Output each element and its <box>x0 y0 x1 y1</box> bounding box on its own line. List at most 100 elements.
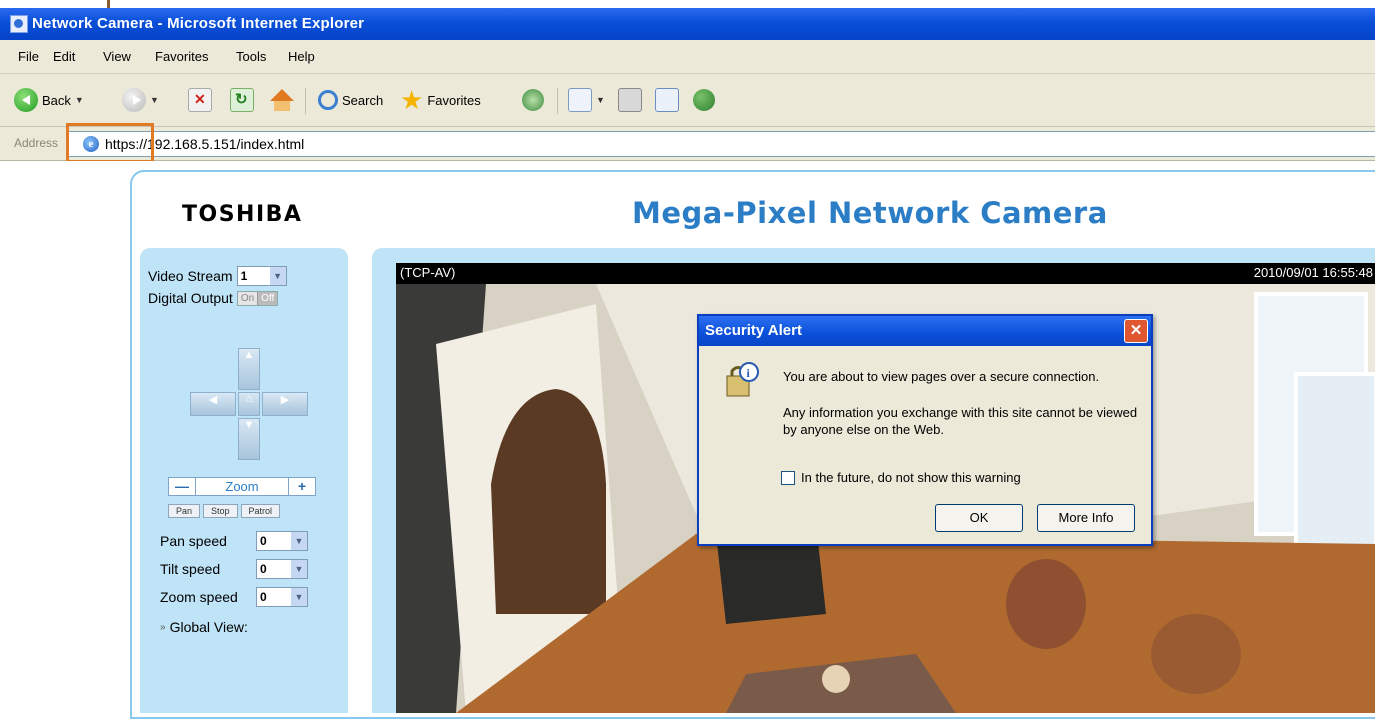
favorites-button[interactable]: ★ Favorites <box>400 86 481 114</box>
home-button[interactable] <box>270 86 294 114</box>
search-icon <box>318 90 338 110</box>
zoom-in-button[interactable]: + <box>288 476 316 496</box>
back-button[interactable]: Back ▼ <box>14 86 84 114</box>
video-stream-label: Video Stream <box>148 268 233 284</box>
pan-speed-select[interactable]: 0 ▼ <box>256 531 308 551</box>
printer-icon <box>618 88 642 112</box>
menu-favorites[interactable]: Favorites <box>155 49 208 64</box>
pan-speed-label: Pan speed <box>160 533 227 549</box>
zoom-speed-label: Zoom speed <box>160 589 238 605</box>
video-stream-select[interactable]: 1 ▼ <box>236 266 287 286</box>
star-icon: ★ <box>400 85 424 115</box>
refresh-button[interactable] <box>230 86 254 114</box>
back-arrow-icon <box>14 88 38 112</box>
dont-show-warning-checkbox[interactable]: In the future, do not show this warning <box>781 470 1021 485</box>
zoom-speed-row: Zoom speed 0 ▼ <box>160 587 308 607</box>
digital-output-on[interactable]: On <box>237 291 259 305</box>
video-stream-row: Video Stream 1 ▼ <box>148 266 287 286</box>
toshiba-logo: TOSHIBA <box>182 202 303 227</box>
browser-toolbar: Back ▼ ▼ Search ★ Favorites ▼ <box>0 74 1375 127</box>
close-icon[interactable]: ✕ <box>1124 319 1148 343</box>
ie-page-icon: e <box>83 136 99 152</box>
chevron-down-icon[interactable]: ▼ <box>596 95 605 105</box>
more-info-button[interactable]: More Info <box>1037 504 1135 532</box>
favorites-label: Favorites <box>427 92 481 108</box>
stop-button[interactable] <box>188 86 212 114</box>
checkbox-box[interactable] <box>781 470 795 485</box>
dialog-message-2: Any information you exchange with this s… <box>783 405 1138 437</box>
mail-icon <box>568 88 592 112</box>
window-titlebar: Network Camera - Microsoft Internet Expl… <box>0 8 1375 40</box>
digital-output-toggle[interactable]: On Off <box>236 290 279 306</box>
tilt-speed-select[interactable]: 0 ▼ <box>256 559 308 579</box>
ie-page-icon <box>10 15 28 33</box>
messenger-button[interactable] <box>693 86 715 114</box>
zoom-label: Zoom <box>196 476 288 496</box>
pan-speed-row: Pan speed 0 ▼ <box>160 531 308 551</box>
chevron-down-icon[interactable]: ▼ <box>75 95 84 105</box>
home-icon <box>270 89 294 111</box>
menu-edit[interactable]: Edit <box>53 49 75 64</box>
checkbox-label: In the future, do not show this warning <box>801 470 1021 485</box>
chevron-down-icon[interactable]: ▼ <box>150 95 159 105</box>
ok-button[interactable]: OK <box>935 504 1023 532</box>
window-title: Network Camera - Microsoft Internet Expl… <box>32 15 365 32</box>
pan-speed-value: 0 <box>260 534 267 548</box>
control-panel: Video Stream 1 ▼ Digital Output On Off ▲… <box>140 248 348 713</box>
menu-file[interactable]: File <box>18 49 39 64</box>
search-label: Search <box>342 92 384 108</box>
tilt-speed-value: 0 <box>260 562 267 576</box>
menu-bar: File Edit View Favorites Tools Help <box>0 40 1375 74</box>
pan-button[interactable]: Pan <box>168 504 201 518</box>
dialog-titlebar: Security Alert ✕ <box>699 316 1151 346</box>
address-bar: Address e https://192.168.5.151/index.ht… <box>0 127 1375 161</box>
history-button[interactable] <box>522 86 544 114</box>
tilt-up-button[interactable]: ▲ <box>238 348 260 390</box>
address-url[interactable]: https://192.168.5.151/index.html <box>105 136 304 152</box>
back-label: Back <box>42 92 71 108</box>
address-label: Address <box>14 136 59 150</box>
chevron-down-icon: ▼ <box>269 267 286 285</box>
global-view-label: Global View: <box>169 619 248 635</box>
tilt-speed-row: Tilt speed 0 ▼ <box>160 559 308 579</box>
home-position-button[interactable]: ⌂ <box>238 392 260 416</box>
video-header: (TCP-AV) 2010/09/01 16:55:48 <box>396 263 1375 284</box>
tilt-down-button[interactable]: ▼ <box>238 418 260 460</box>
global-view-toggle[interactable]: » Global View: <box>160 619 248 635</box>
stop-button[interactable]: Stop <box>203 504 238 518</box>
lock-info-icon: i <box>726 362 759 397</box>
ptz-control-pad: ▲ ◀ ⌂ ▶ ▼ <box>190 348 308 464</box>
page-viewport: TOSHIBA Mega-Pixel Network Camera Video … <box>8 161 1375 719</box>
dialog-message-1: You are about to view pages over a secur… <box>783 369 1100 384</box>
tilt-speed-label: Tilt speed <box>160 561 221 577</box>
zoom-control: — Zoom + <box>168 476 316 496</box>
digital-output-off[interactable]: Off <box>258 291 278 305</box>
zoom-out-button[interactable]: — <box>168 476 196 496</box>
patrol-controls: Pan Stop Patrol <box>168 504 281 518</box>
forward-button[interactable]: ▼ <box>122 86 159 114</box>
messenger-icon <box>693 89 715 111</box>
menu-help[interactable]: Help <box>288 49 315 64</box>
search-button[interactable]: Search <box>318 86 383 114</box>
video-stream-value: 1 <box>240 269 248 283</box>
expand-chevron-icon: » <box>160 621 166 633</box>
stop-icon <box>188 88 212 112</box>
zoom-speed-select[interactable]: 0 ▼ <box>256 587 308 607</box>
pan-left-button[interactable]: ◀ <box>190 392 236 416</box>
page-title: Mega-Pixel Network Camera <box>632 196 1108 230</box>
edit-button[interactable] <box>655 86 679 114</box>
security-alert-dialog: Security Alert ✕ i You are about to view… <box>697 314 1153 546</box>
mail-button[interactable]: ▼ <box>568 86 605 114</box>
toolbar-divider <box>305 88 306 114</box>
pan-right-button[interactable]: ▶ <box>262 392 308 416</box>
dialog-title: Security Alert <box>705 322 802 339</box>
edit-page-icon <box>655 88 679 112</box>
zoom-speed-value: 0 <box>260 590 267 604</box>
print-button[interactable] <box>618 86 642 114</box>
stream-mode: (TCP-AV) <box>400 265 456 280</box>
address-input[interactable]: e https://192.168.5.151/index.html <box>66 131 1375 157</box>
chevron-down-icon: ▼ <box>291 560 307 578</box>
menu-tools[interactable]: Tools <box>236 49 266 64</box>
patrol-button[interactable]: Patrol <box>240 504 281 518</box>
menu-view[interactable]: View <box>103 49 131 64</box>
